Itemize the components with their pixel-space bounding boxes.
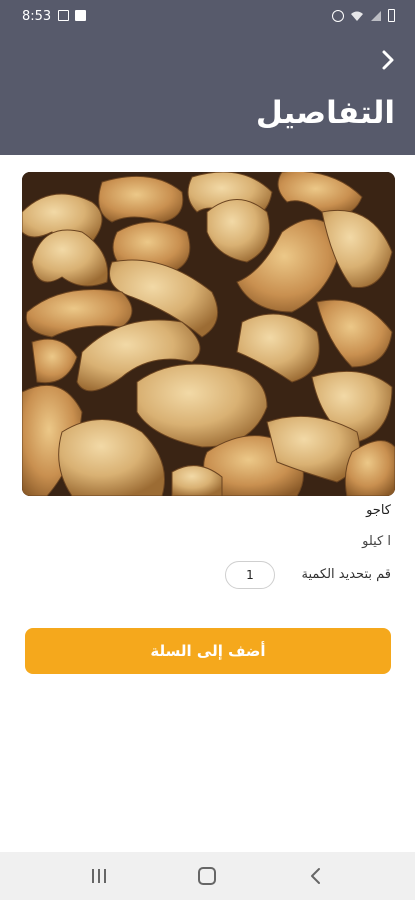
recents-icon[interactable] <box>90 868 108 884</box>
back-arrow-icon[interactable] <box>377 48 399 72</box>
home-icon[interactable] <box>198 867 216 885</box>
status-bar: 8:53 <box>0 0 415 34</box>
product-name: كاجو <box>366 503 391 518</box>
battery-icon <box>388 9 395 22</box>
download-notification-icon <box>75 10 86 21</box>
product-image <box>22 172 395 496</box>
system-icons <box>332 9 395 22</box>
page-title: التفاصيل <box>255 95 395 131</box>
alarm-icon <box>332 9 344 22</box>
details-screen: 8:53 التفاصيل كاجو ا كيلو قم بتحديد الكم… <box>0 0 415 900</box>
quantity-label: قم بتحديد الكمية <box>301 567 392 582</box>
image-notification-icon <box>58 10 69 21</box>
product-unit: ا كيلو <box>362 534 391 549</box>
add-to-cart-button[interactable]: أضف إلى السلة <box>25 628 391 674</box>
status-time: 8:53 <box>22 9 52 24</box>
quantity-input[interactable] <box>225 561 275 589</box>
cashew-nuts-illustration <box>22 172 395 496</box>
wifi-icon <box>351 11 363 21</box>
nav-back-icon[interactable] <box>308 867 322 885</box>
signal-icon <box>371 10 381 21</box>
notification-icons <box>58 10 86 21</box>
system-nav-bar <box>0 852 415 900</box>
app-header: 8:53 التفاصيل <box>0 0 415 155</box>
